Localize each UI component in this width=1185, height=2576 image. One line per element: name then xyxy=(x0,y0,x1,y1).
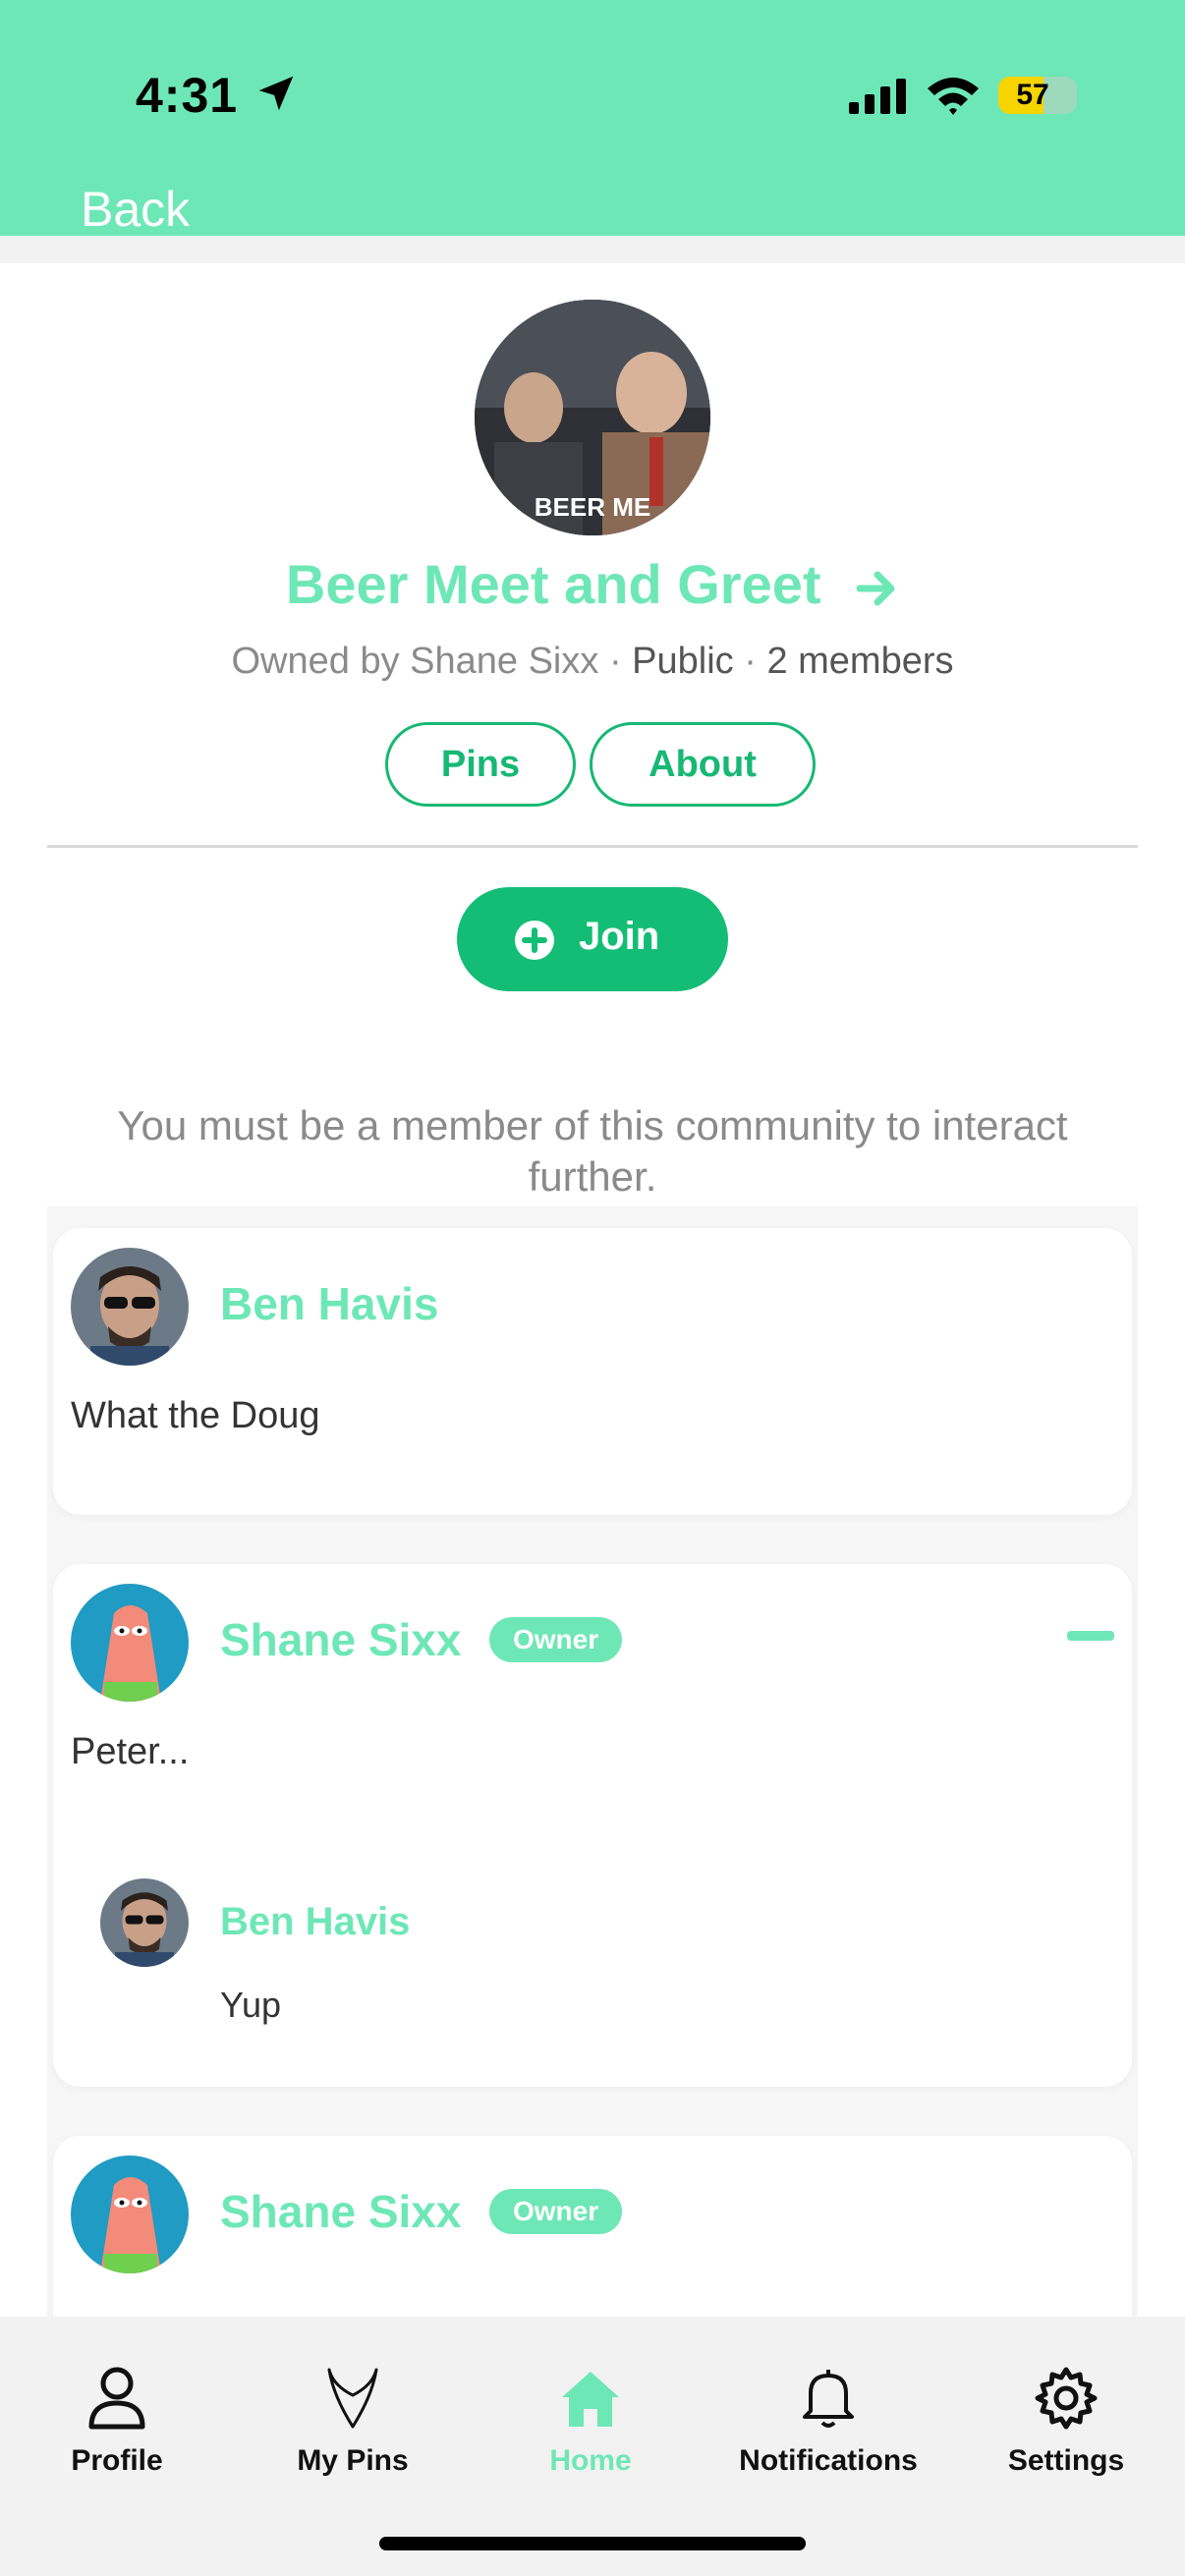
pin-icon xyxy=(240,2366,466,2431)
tab-pins[interactable]: Pins xyxy=(385,722,576,807)
owner-text: Owned by Shane Sixx xyxy=(231,641,599,682)
post-card: Shane Sixx Owner Peter... Ben Havis Yup xyxy=(53,1564,1132,2087)
battery-level: 57 xyxy=(1016,79,1049,111)
tab-settings[interactable]: Settings xyxy=(953,2366,1179,2478)
collapse-icon[interactable] xyxy=(1067,1631,1114,1641)
meta-separator: · xyxy=(608,641,622,682)
home-icon xyxy=(478,2366,704,2431)
avatar[interactable] xyxy=(71,2156,189,2273)
post-text: What the Doug xyxy=(71,1395,320,1436)
post-author[interactable]: Shane Sixx xyxy=(220,2185,461,2238)
community-title-text: Beer Meet and Greet xyxy=(285,553,821,615)
reply-text: Yup xyxy=(220,1985,282,2025)
avatar[interactable] xyxy=(71,1584,189,1702)
bell-icon xyxy=(715,2366,941,2431)
home-indicator xyxy=(379,2537,806,2550)
top-header: 4:31 57 Back xyxy=(0,0,1185,238)
tab-notifications[interactable]: Notifications xyxy=(715,2366,941,2478)
community-avatar-caption: BEER ME xyxy=(534,492,651,522)
avatar[interactable] xyxy=(100,1878,189,1967)
avatar[interactable] xyxy=(71,1248,189,1366)
tab-label: My Pins xyxy=(297,2444,409,2477)
membership-notice: You must be a member of this community t… xyxy=(117,1102,1068,1200)
battery-indicator: 57 xyxy=(998,77,1077,114)
status-time: 4:31 xyxy=(136,68,239,123)
tab-profile[interactable]: Profile xyxy=(4,2366,230,2478)
gear-icon xyxy=(953,2366,1179,2431)
join-label: Join xyxy=(579,915,660,958)
owner-badge: Owner xyxy=(489,1617,623,1662)
person-icon xyxy=(4,2366,230,2431)
community-title[interactable]: Beer Meet and Greet xyxy=(0,552,1185,621)
community-avatar: BEER ME xyxy=(475,300,710,535)
tab-label: Home xyxy=(549,2444,632,2477)
tab-home[interactable]: Home xyxy=(478,2366,704,2478)
tab-my-pins[interactable]: My Pins xyxy=(240,2366,466,2478)
community-meta: Owned by Shane Sixx · Public · 2 members xyxy=(0,641,1185,683)
post-author[interactable]: Shane Sixx xyxy=(220,1613,461,1666)
cellular-signal-icon xyxy=(849,79,908,119)
header-separator xyxy=(0,236,1185,263)
post-card: Ben Havis What the Doug xyxy=(53,1228,1132,1515)
post-text: Peter... xyxy=(71,1731,190,1772)
tab-label: Notifications xyxy=(739,2444,918,2477)
post-author[interactable]: Ben Havis xyxy=(220,1277,438,1330)
section-divider xyxy=(47,845,1138,848)
tab-label: Profile xyxy=(71,2444,163,2477)
arrow-right-icon xyxy=(856,557,899,621)
tab-label: Settings xyxy=(1007,2444,1125,2477)
tab-about[interactable]: About xyxy=(590,722,816,807)
back-button[interactable]: Back xyxy=(81,181,190,238)
plus-circle-icon xyxy=(514,920,555,966)
location-arrow-icon xyxy=(254,71,299,121)
wifi-icon xyxy=(926,75,981,121)
join-button[interactable]: Join xyxy=(457,887,728,991)
member-count: 2 members xyxy=(766,641,954,682)
reply-author[interactable]: Ben Havis xyxy=(220,1900,410,1944)
visibility-text: Public xyxy=(632,641,734,682)
meta-separator: · xyxy=(744,641,757,682)
owner-badge: Owner xyxy=(489,2189,623,2234)
